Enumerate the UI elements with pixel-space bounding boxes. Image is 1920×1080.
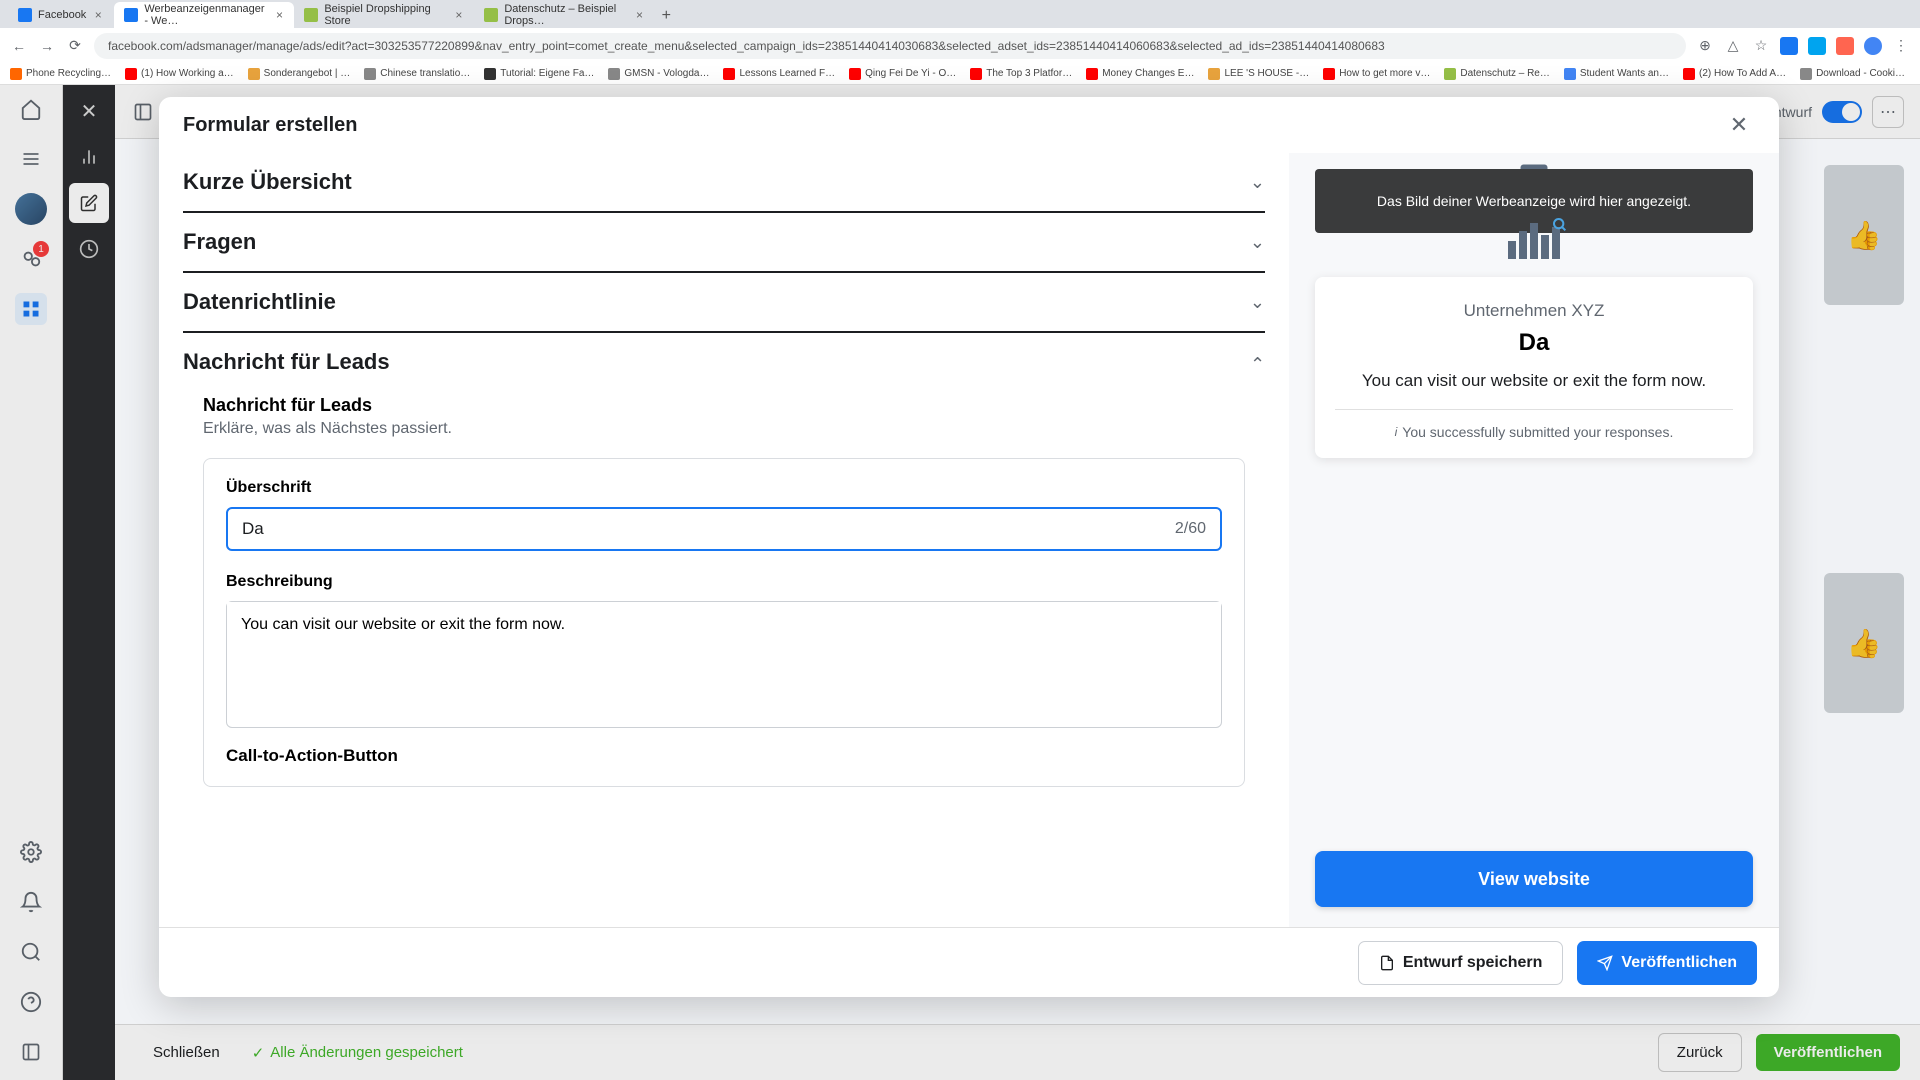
collapse-icon[interactable] [15, 1036, 47, 1068]
browser-tab[interactable]: Facebook× [8, 2, 114, 28]
address-bar: ← → ⟳ facebook.com/adsmanager/manage/ads… [0, 28, 1920, 63]
bookmark[interactable]: How to get more v… [1323, 68, 1430, 80]
accordion-message[interactable]: Nachricht für Leads⌄ Nachricht für Leads… [183, 333, 1265, 807]
reload-button[interactable]: ⟳ [66, 37, 84, 55]
profile-icon[interactable] [1864, 37, 1882, 55]
bookmark[interactable]: Datenschutz – Re… [1444, 68, 1550, 80]
bookmark[interactable]: GMSN - Vologda… [608, 68, 709, 80]
menu-icon[interactable]: ⋮ [1892, 37, 1910, 55]
bookmark[interactable]: Chinese translatio… [364, 68, 470, 80]
bookmark[interactable]: (2) How To Add A… [1683, 68, 1786, 80]
preview-success-msg: iYou successfully submitted your respons… [1335, 424, 1733, 440]
description-input-wrapper[interactable] [226, 601, 1222, 728]
search-icon[interactable]: ⊕ [1696, 37, 1714, 55]
document-icon [1379, 955, 1395, 971]
info-icon: i [1395, 425, 1398, 439]
chart-icon[interactable] [69, 137, 109, 177]
bookmark[interactable]: Tutorial: Eigene Fa… [484, 68, 594, 80]
char-counter: 2/60 [1175, 520, 1206, 538]
share-icon[interactable]: △ [1724, 37, 1742, 55]
facebook-rail: 1 [0, 85, 63, 1080]
section-description: Erkläre, was als Nächstes passiert. [203, 420, 1245, 438]
send-icon [1597, 955, 1613, 971]
edit-icon[interactable] [69, 183, 109, 223]
chevron-down-icon: ⌄ [1250, 292, 1265, 313]
notifications-icon[interactable] [15, 886, 47, 918]
modal-header: Formular erstellen ✕ [159, 97, 1779, 153]
bookmark[interactable]: Download - Cooki… [1800, 68, 1905, 80]
accordion-privacy[interactable]: Datenrichtlinie⌄ [183, 273, 1265, 333]
create-form-modal: Formular erstellen ✕ Kurze Übersicht⌄ Fr… [159, 97, 1779, 997]
new-tab-button[interactable]: + [654, 4, 678, 28]
close-modal-button[interactable]: ✕ [1723, 109, 1755, 141]
modal-overlay: Formular erstellen ✕ Kurze Übersicht⌄ Fr… [115, 85, 1920, 1080]
accordion-overview[interactable]: Kurze Übersicht⌄ [183, 153, 1265, 213]
form-pane[interactable]: Kurze Übersicht⌄ Fragen⌄ Datenrichtlinie… [159, 153, 1289, 927]
bookmark[interactable]: Money Changes E… [1086, 68, 1194, 80]
forward-button[interactable]: → [38, 37, 56, 55]
bookmark[interactable]: Sonderangebot | … [248, 68, 351, 80]
preview-headline: Da [1335, 329, 1733, 357]
browser-tab[interactable]: Werbeanzeigenmanager - We…× [114, 2, 294, 28]
bookmark[interactable]: Student Wants an… [1564, 68, 1669, 80]
section-subtitle: Nachricht für Leads [203, 395, 1245, 416]
bookmark[interactable]: LEE 'S HOUSE -… [1208, 68, 1309, 80]
history-icon[interactable] [69, 229, 109, 269]
preview-company: Unternehmen XYZ [1335, 301, 1733, 321]
bookmark[interactable]: Lessons Learned F… [723, 68, 835, 80]
home-icon[interactable] [15, 93, 47, 125]
close-editor-button[interactable]: ✕ [69, 91, 109, 131]
bookmark[interactable]: (1) How Working a… [125, 68, 234, 80]
preview-cta-button[interactable]: View website [1315, 851, 1753, 907]
description-label: Beschreibung [226, 573, 1222, 591]
extension-icon[interactable] [1836, 37, 1854, 55]
preview-card: Unternehmen XYZ Da You can visit our web… [1315, 277, 1753, 458]
star-icon[interactable]: ☆ [1752, 37, 1770, 55]
modal-footer: Entwurf speichern Veröffentlichen [159, 927, 1779, 997]
preview-chart-icon [1315, 219, 1753, 259]
bookmark[interactable]: The Top 3 Platfor… [970, 68, 1072, 80]
bookmark[interactable]: Phone Recycling… [10, 68, 111, 80]
headline-label: Überschrift [226, 479, 1222, 497]
search-icon[interactable] [15, 936, 47, 968]
close-icon[interactable]: × [92, 9, 104, 21]
description-input[interactable] [227, 602, 1221, 722]
publish-form-button[interactable]: Veröffentlichen [1577, 941, 1757, 985]
modal-title: Formular erstellen [183, 114, 358, 137]
ads-manager-icon[interactable] [15, 293, 47, 325]
help-icon[interactable] [15, 986, 47, 1018]
browser-tab[interactable]: Beispiel Dropshipping Store× [294, 2, 474, 28]
save-draft-button[interactable]: Entwurf speichern [1358, 941, 1564, 985]
menu-icon[interactable] [15, 143, 47, 175]
close-icon[interactable]: × [453, 9, 464, 21]
url-field[interactable]: facebook.com/adsmanager/manage/ads/edit?… [94, 33, 1686, 59]
extension-icon[interactable] [1780, 37, 1798, 55]
browser-tab[interactable]: Datenschutz – Beispiel Drops…× [474, 2, 654, 28]
audiences-icon[interactable]: 1 [15, 243, 47, 275]
bookmarks-bar: Phone Recycling… (1) How Working a… Sond… [0, 63, 1920, 85]
cta-section-label: Call-to-Action-Button [226, 746, 1222, 766]
accordion-questions[interactable]: Fragen⌄ [183, 213, 1265, 273]
chevron-down-icon: ⌄ [1250, 232, 1265, 253]
avatar[interactable] [15, 193, 47, 225]
browser-chrome: Facebook× Werbeanzeigenmanager - We…× Be… [0, 0, 1920, 63]
preview-description: You can visit our website or exit the fo… [1335, 369, 1733, 410]
headline-input-wrapper[interactable]: 2/60 [226, 507, 1222, 551]
chevron-down-icon: ⌄ [1250, 172, 1265, 193]
close-icon[interactable]: × [275, 9, 285, 21]
extension-icon[interactable] [1808, 37, 1826, 55]
back-button[interactable]: ← [10, 37, 28, 55]
editor-rail: ✕ [63, 85, 115, 1080]
preview-pane: Das Bild deiner Werbeanzeige wird hier a… [1289, 153, 1779, 927]
bookmark[interactable]: Qing Fei De Yi - O… [849, 68, 956, 80]
field-card: Überschrift 2/60 Beschreibung Call-to-Ac… [203, 458, 1245, 787]
close-icon[interactable]: × [635, 9, 645, 21]
tab-strip: Facebook× Werbeanzeigenmanager - We…× Be… [0, 0, 1920, 28]
headline-input[interactable] [242, 519, 1175, 539]
chevron-up-icon: ⌄ [1250, 352, 1265, 373]
settings-icon[interactable] [15, 836, 47, 868]
